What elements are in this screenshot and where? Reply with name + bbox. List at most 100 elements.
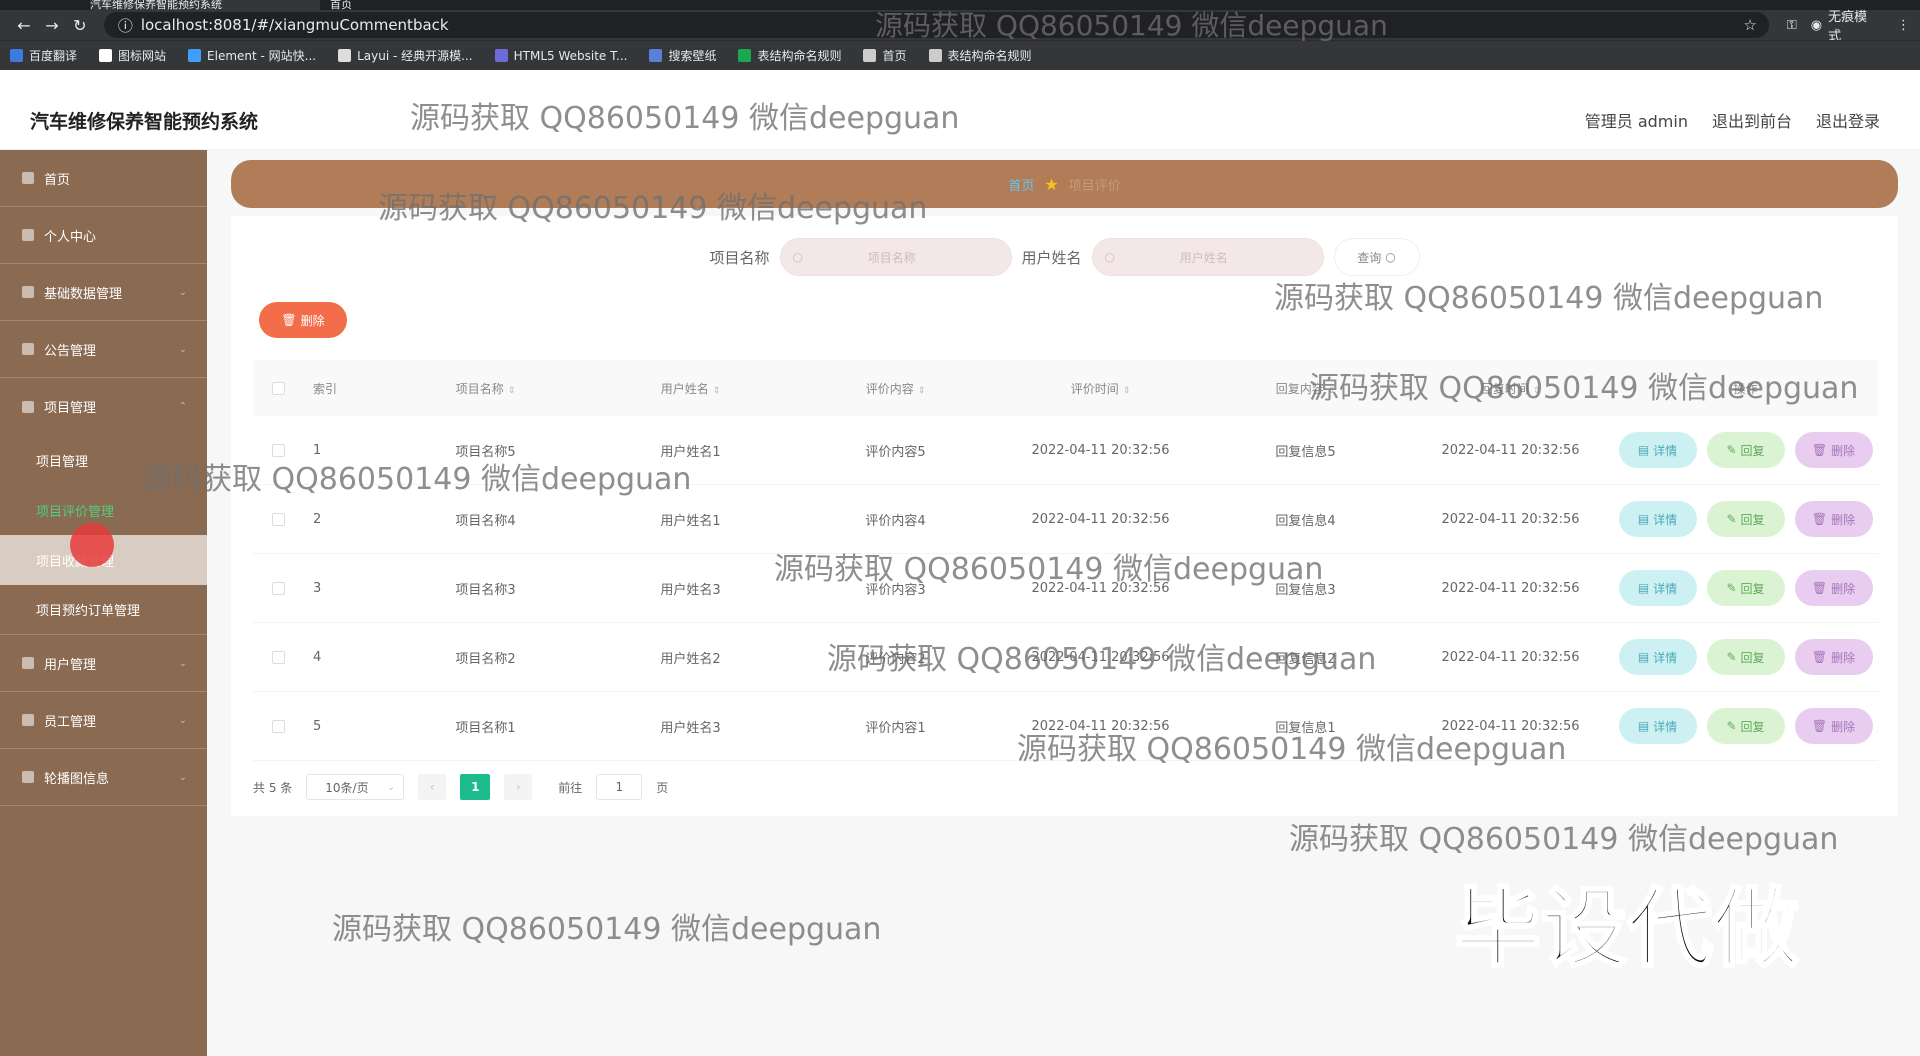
search-icon: ○: [1385, 250, 1396, 264]
select-all-checkbox-cell: [253, 381, 303, 395]
incognito-label: 无痕模式: [1828, 10, 1868, 44]
sidebar-item-project[interactable]: 项目管理 ⌃: [0, 378, 207, 435]
reply-button[interactable]: ✎ 回复: [1706, 639, 1785, 675]
sort-icon: ⇕: [712, 385, 721, 396]
header-name[interactable]: 项目名称 ⇕: [383, 380, 588, 397]
row-checkbox[interactable]: [271, 581, 285, 595]
bookmark-item[interactable]: 搜索壁纸: [649, 47, 716, 64]
row-checkbox[interactable]: [271, 512, 285, 526]
sidebar-subitem-label: 项目预约订单管理: [36, 604, 141, 619]
forward-icon[interactable]: →: [38, 16, 66, 35]
cell-time: 2022-04-11 20:32:56: [1031, 511, 1170, 527]
detail-button-label: 详情: [1653, 719, 1678, 734]
sidebar-subitem-label: 项目评价管理: [36, 504, 115, 520]
reply-button[interactable]: ✎ 回复: [1706, 570, 1785, 606]
batch-delete-button[interactable]: 🗑 删除: [259, 302, 347, 338]
delete-button[interactable]: 🗑 删除: [1794, 570, 1873, 606]
reply-button-label: 回复: [1740, 650, 1765, 665]
goto-page-input[interactable]: 1: [596, 774, 643, 800]
bookmark-item[interactable]: Element - 网站快...: [188, 47, 316, 64]
users-icon: [22, 657, 34, 669]
reload-icon[interactable]: ↻: [66, 16, 94, 35]
breadcrumb-home-link[interactable]: 首页: [1008, 175, 1034, 194]
detail-button[interactable]: ▤ 详情: [1618, 708, 1697, 744]
query-button[interactable]: 查询 ○: [1333, 238, 1420, 276]
chevron-up-icon: ⌃: [178, 401, 187, 412]
bookmark-item[interactable]: 表结构命名规则: [738, 47, 841, 64]
detail-button[interactable]: ▤ 详情: [1618, 570, 1697, 606]
incognito-indicator[interactable]: ⚿ ◉ 无痕模式 ⋮: [1787, 6, 1910, 44]
prev-page-button[interactable]: ‹: [418, 774, 447, 800]
logout-link[interactable]: 退出登录: [1816, 108, 1880, 132]
delete-button[interactable]: 🗑 删除: [1794, 501, 1873, 537]
url-input[interactable]: ⓘ localhost:8081/#/xiangmuCommentback ☆: [103, 12, 1769, 38]
bookmark-item[interactable]: 百度翻译: [10, 47, 77, 64]
reply-button[interactable]: ✎ 回复: [1706, 501, 1785, 537]
back-icon[interactable]: ←: [10, 16, 38, 35]
row-actions: ▤ 详情 ✎ 回复 🗑 删除: [1613, 639, 1878, 675]
menu-kebab-icon[interactable]: ⋮: [1897, 18, 1910, 33]
bookmark-item[interactable]: 首页: [863, 47, 907, 64]
delete-button[interactable]: 🗑 删除: [1794, 639, 1873, 675]
row-actions: ▤ 详情 ✎ 回复 🗑 删除: [1613, 708, 1878, 744]
page-number-current[interactable]: 1: [460, 774, 491, 800]
bookmark-favicon-icon: [99, 49, 113, 62]
bookmark-item[interactable]: 表结构命名规则: [928, 47, 1032, 64]
header-time[interactable]: 评价时间 ⇕: [998, 380, 1203, 397]
bookmark-item[interactable]: 图标网站: [99, 47, 166, 64]
select-all-checkbox[interactable]: [271, 381, 285, 395]
header-content[interactable]: 评价内容 ⇕: [793, 380, 998, 397]
detail-button[interactable]: ▤ 详情: [1618, 639, 1697, 675]
table-row: 2 项目名称4 用户姓名1 评价内容4 2022-04-11 20:32:56 回复信息4…: [253, 485, 1878, 554]
delete-button-label: 删除: [1831, 650, 1856, 665]
bookmark-item[interactable]: Layui - 经典开源模...: [338, 47, 473, 64]
row-checkbox[interactable]: [271, 719, 285, 733]
user-name-input[interactable]: ○ 用户姓名: [1091, 238, 1324, 276]
header-ops: 操作: [1613, 380, 1878, 397]
cell-index: 5: [313, 718, 322, 734]
bookmark-item[interactable]: HTML5 Website T...: [494, 49, 627, 63]
cell-reply: 回复信息1: [1275, 720, 1336, 736]
browser-tab-home[interactable]: 首页: [330, 0, 550, 10]
exit-to-front-link[interactable]: 退出到前台: [1712, 108, 1792, 132]
project-name-input[interactable]: ○ 项目名称: [779, 238, 1012, 276]
row-checkbox[interactable]: [271, 443, 285, 457]
key-icon: ⚿: [1786, 17, 1797, 33]
sidebar-item-profile[interactable]: 个人中心: [0, 207, 207, 264]
browser-tab-active[interactable]: 汽车维修保养智能预约系统: [90, 0, 320, 10]
sidebar-subitem-project-order[interactable]: 项目预约订单管理: [0, 585, 207, 635]
bookmark-label: 表结构命名规则: [757, 49, 842, 63]
sidebar-item-carousel[interactable]: 轮播图信息 ⌄: [0, 749, 207, 806]
chevron-left-icon: ‹: [429, 780, 435, 794]
sidebar-item-home[interactable]: 首页: [0, 150, 207, 207]
reply-button[interactable]: ✎ 回复: [1706, 432, 1785, 468]
page-size-select[interactable]: 10条/页 ⌄: [306, 774, 405, 800]
delete-button[interactable]: 🗑 删除: [1794, 432, 1873, 468]
cell-content: 评价内容4: [865, 513, 926, 529]
bookmark-star-icon[interactable]: ☆: [1743, 16, 1756, 34]
bookmark-label: Element - 网站快...: [207, 49, 317, 63]
detail-button[interactable]: ▤ 详情: [1618, 501, 1697, 537]
search-form: 项目名称 ○ 项目名称 用户姓名 ○ 用户姓名 查询 ○: [231, 238, 1898, 276]
row-checkbox[interactable]: [271, 650, 285, 664]
header-reply-time[interactable]: 回复时间 ⇕: [1408, 380, 1613, 397]
reply-button[interactable]: ✎ 回复: [1706, 708, 1785, 744]
chevron-down-icon: ⌄: [178, 657, 187, 669]
document-icon: ▤: [1637, 650, 1650, 664]
row-checkbox-cell: [253, 650, 303, 664]
sidebar-item-basic-data[interactable]: 基础数据管理 ⌄: [0, 264, 207, 321]
project-icon: [22, 400, 34, 413]
detail-button[interactable]: ▤ 详情: [1618, 432, 1697, 468]
next-page-button[interactable]: ›: [504, 774, 533, 800]
header-user[interactable]: 用户姓名 ⇕: [588, 380, 793, 397]
sidebar-item-label: 员工管理: [44, 714, 97, 730]
header-reply[interactable]: 回复内容 ⇕: [1203, 380, 1408, 397]
sidebar-subitem-project-manage[interactable]: 项目管理: [0, 435, 207, 485]
cell-name: 项目名称2: [455, 651, 516, 667]
sidebar-item-users[interactable]: 用户管理 ⌄: [0, 635, 207, 692]
sidebar-item-notice[interactable]: 公告管理 ⌄: [0, 321, 207, 378]
sidebar-item-label: 项目管理: [44, 401, 97, 416]
cell-reply: 回复信息5: [1275, 444, 1336, 460]
sidebar-item-staff[interactable]: 员工管理 ⌄: [0, 692, 207, 749]
delete-button[interactable]: 🗑 删除: [1794, 708, 1873, 744]
